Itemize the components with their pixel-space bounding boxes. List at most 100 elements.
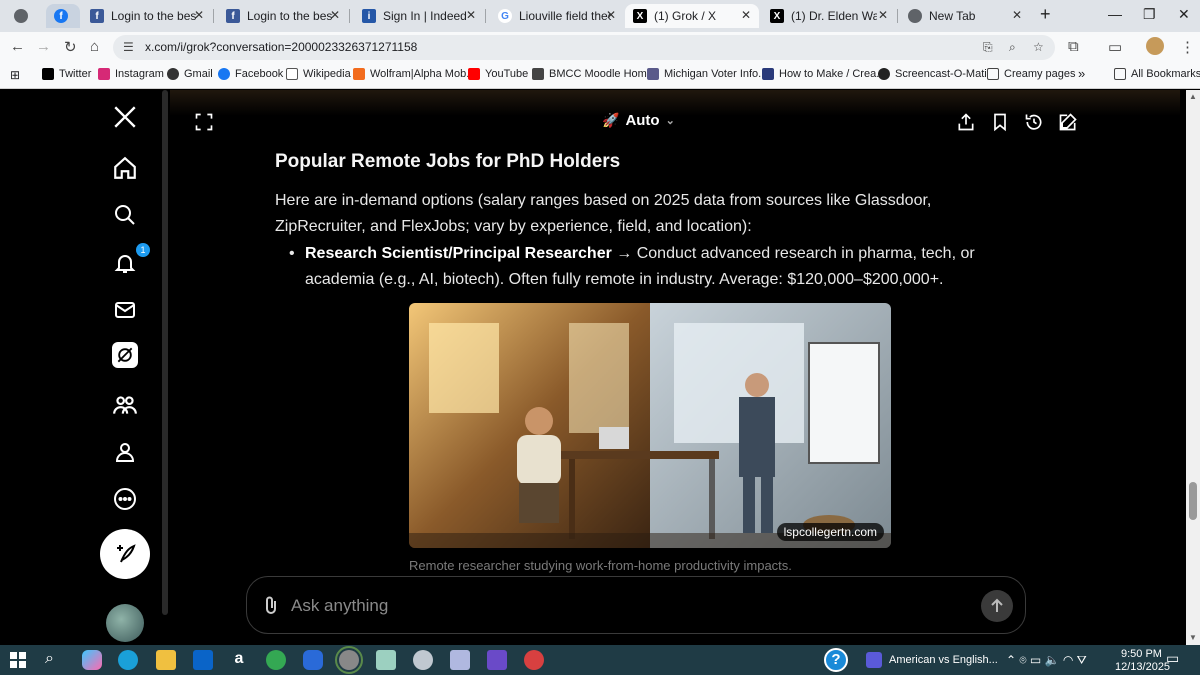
tab-newtab[interactable]: New Tab ✕: [900, 4, 1030, 28]
ask-input-placeholder[interactable]: Ask anything: [291, 596, 388, 616]
copilot-icon[interactable]: [82, 650, 102, 670]
scroll-up-icon[interactable]: ▲: [1189, 92, 1197, 101]
copilot-app-icon[interactable]: [303, 650, 323, 670]
compose-post-button[interactable]: [100, 529, 150, 579]
close-icon[interactable]: ✕: [194, 8, 204, 22]
media-notification-icon[interactable]: [866, 652, 882, 668]
apps-grid-icon[interactable]: ⊞: [10, 68, 20, 82]
tab-facebook[interactable]: f: [46, 4, 80, 28]
tab-indeed[interactable]: i Sign In | Indeed Acco ✕: [354, 4, 484, 28]
zoom-icon[interactable]: ⌕: [1009, 40, 1016, 55]
chrome-icon: [908, 9, 922, 23]
profile-nav-icon[interactable]: [110, 437, 140, 467]
edge-icon[interactable]: [118, 650, 138, 670]
tab-login-1[interactable]: f Login to the best dat ✕: [82, 4, 212, 28]
close-icon[interactable]: ✕: [1012, 8, 1022, 22]
close-window-icon[interactable]: ✕: [1178, 6, 1190, 23]
restore-icon[interactable]: ❐: [1143, 6, 1156, 23]
back-icon[interactable]: ←: [10, 38, 25, 55]
side-panel-icon[interactable]: ▭: [1108, 38, 1122, 56]
all-bookmarks[interactable]: All Bookmarks: [1114, 68, 1200, 80]
left-scrollbar[interactable]: [162, 90, 168, 615]
minimize-icon[interactable]: —: [1108, 6, 1122, 22]
scroll-down-icon[interactable]: ▼: [1189, 633, 1197, 642]
forward-icon[interactable]: →: [36, 38, 51, 55]
share-icon[interactable]: [956, 112, 976, 137]
tray-icons[interactable]: ⌃ ⌾ ▭ 🔈 ◠ ⛛: [1006, 653, 1087, 668]
bookmark-facebook[interactable]: Facebook: [218, 68, 283, 80]
amazon-icon[interactable]: a: [229, 650, 249, 670]
notification-center-icon[interactable]: ▭: [1166, 650, 1186, 670]
bookmark-twitter[interactable]: Twitter: [42, 68, 91, 80]
new-tab-button[interactable]: +: [1040, 4, 1051, 25]
x-logo-icon[interactable]: [110, 102, 140, 132]
response-image[interactable]: lspcollegertn.com: [409, 303, 891, 548]
bookmark-bmcc[interactable]: BMCC Moodle Hom...: [532, 68, 656, 80]
grok-nav-icon[interactable]: [112, 342, 138, 368]
tab-elden[interactable]: X (1) Dr. Elden Wayne ✕: [762, 4, 896, 28]
site-info-icon[interactable]: ☰: [123, 40, 134, 54]
send-button[interactable]: [981, 590, 1013, 622]
bookmark-icon[interactable]: [990, 112, 1010, 137]
bookmark-wolfram[interactable]: Wolfram|Alpha Mob...: [353, 68, 475, 80]
media-icon[interactable]: [487, 650, 507, 670]
close-icon[interactable]: ✕: [466, 8, 476, 22]
bookmark-youtube[interactable]: YouTube: [468, 68, 528, 80]
outlook-icon[interactable]: [193, 650, 213, 670]
bookmark-howto[interactable]: How to Make / Crea...: [762, 68, 885, 80]
reload-icon[interactable]: ↻: [64, 38, 77, 56]
extensions-icon[interactable]: ⧉: [1068, 38, 1079, 55]
tab-grok[interactable]: X (1) Grok / X ✕: [625, 4, 759, 28]
game-icon[interactable]: [524, 650, 544, 670]
windows-start-icon[interactable]: [8, 650, 28, 670]
bookmark-michigan[interactable]: Michigan Voter Info...: [647, 68, 767, 80]
notifications-nav-icon[interactable]: 1: [110, 243, 150, 278]
communities-nav-icon[interactable]: [110, 390, 140, 420]
photos-icon[interactable]: [450, 650, 470, 670]
bookmark-creamy[interactable]: Creamy pages: [987, 68, 1076, 80]
attach-icon[interactable]: [263, 595, 279, 620]
scroll-thumb[interactable]: [1189, 482, 1197, 520]
chrome-taskbar-icon[interactable]: [335, 646, 363, 674]
close-icon[interactable]: ✕: [330, 8, 340, 22]
tab-google[interactable]: G Liouville field theory ✕: [490, 4, 624, 28]
new-chat-icon[interactable]: [1058, 112, 1078, 137]
profile-avatar[interactable]: [1146, 37, 1164, 55]
bookmark-wikipedia[interactable]: Wikipedia: [286, 68, 351, 80]
bookmark-screencast[interactable]: Screencast-O-Matic: [878, 68, 992, 80]
url-text[interactable]: x.com/i/grok?conversation=20000233263712…: [145, 40, 417, 54]
bookmark-star-icon[interactable]: ☆: [1033, 40, 1044, 54]
ask-input-box[interactable]: Ask anything: [246, 576, 1026, 634]
history-icon[interactable]: [1024, 112, 1044, 137]
bookmark-instagram[interactable]: Instagram: [98, 68, 164, 80]
tripadvisor-icon[interactable]: [266, 650, 286, 670]
tab-login-2[interactable]: f Login to the best dat ✕: [218, 4, 348, 28]
fullscreen-icon[interactable]: [194, 112, 214, 137]
mode-selector[interactable]: 🚀 Auto ⌄: [602, 112, 675, 129]
image-source-badge[interactable]: lspcollegertn.com: [776, 523, 884, 541]
more-nav-icon[interactable]: [110, 484, 140, 514]
home-nav-icon[interactable]: [110, 153, 140, 183]
account-avatar[interactable]: [106, 604, 144, 642]
clock-time[interactable]: 9:50 PM: [1121, 648, 1162, 660]
more-bookmarks-icon[interactable]: »: [1078, 66, 1085, 81]
search-nav-icon[interactable]: [110, 200, 140, 230]
search-icon[interactable]: ⌕: [45, 650, 65, 670]
close-icon[interactable]: ✕: [741, 8, 751, 22]
media-notification-text[interactable]: American vs English...: [889, 654, 998, 666]
tab-chrome[interactable]: [6, 4, 40, 28]
home-icon[interactable]: ⌂: [90, 38, 99, 55]
bookmark-gmail[interactable]: Gmail: [167, 68, 213, 80]
page-scrollbar[interactable]: ▲ ▼: [1186, 90, 1200, 645]
clock-date[interactable]: 12/13/2025: [1115, 661, 1170, 673]
omnibox[interactable]: ☰ x.com/i/grok?conversation=200002332637…: [113, 35, 1055, 60]
help-icon[interactable]: ?: [824, 648, 848, 672]
messages-nav-icon[interactable]: [110, 295, 140, 325]
install-app-icon[interactable]: ⎘: [983, 40, 993, 55]
mail-app-icon[interactable]: [413, 650, 433, 670]
close-icon[interactable]: ✕: [606, 8, 616, 22]
menu-icon[interactable]: ⋮: [1180, 38, 1195, 56]
notes-icon[interactable]: [376, 650, 396, 670]
close-icon[interactable]: ✕: [878, 8, 888, 22]
file-explorer-icon[interactable]: [156, 650, 176, 670]
